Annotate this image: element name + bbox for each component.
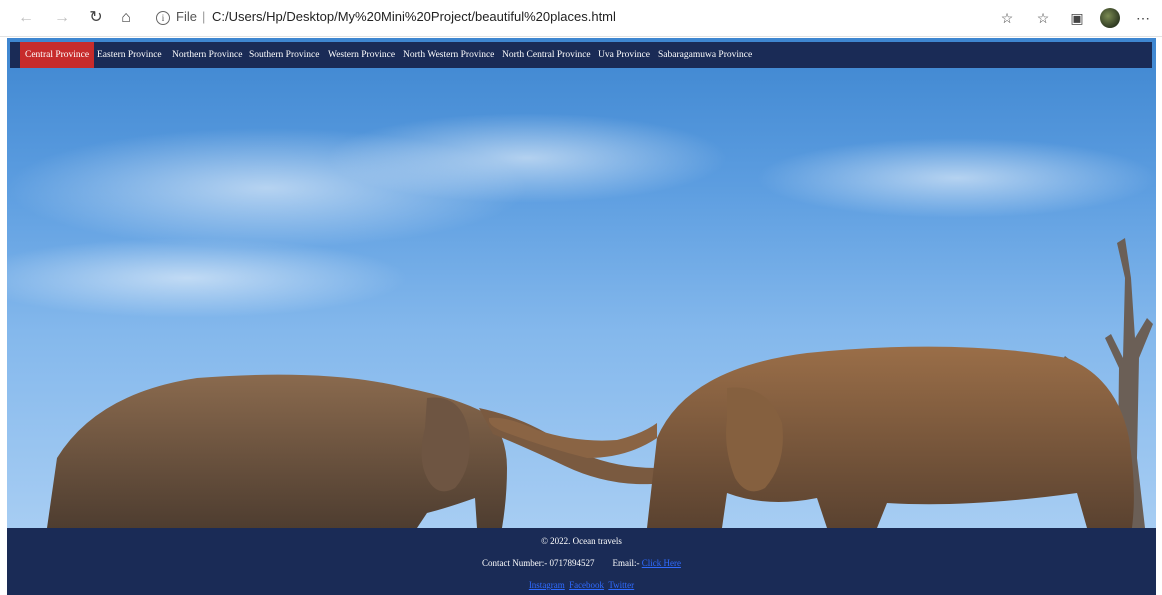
favorites-icon[interactable]: ☆ bbox=[1034, 9, 1052, 27]
contact-number: Contact Number:- 0717894527 bbox=[482, 558, 595, 568]
elephants-illustration bbox=[7, 113, 1156, 528]
nav-northern-province[interactable]: Northern Province bbox=[167, 42, 247, 68]
copyright-text: © 2022. Ocean travels bbox=[541, 536, 622, 546]
nav-north-western-province[interactable]: North Western Province bbox=[398, 42, 499, 68]
footer: © 2022. Ocean travels Contact Number:- 0… bbox=[7, 528, 1156, 595]
nav-southern-province[interactable]: Southern Province bbox=[244, 42, 324, 68]
more-menu-icon[interactable]: ⋯ bbox=[1134, 9, 1152, 27]
collections-icon[interactable]: ▣ bbox=[1068, 9, 1086, 27]
hero-image: Central Province Eastern Province Northe… bbox=[7, 38, 1156, 528]
browser-toolbar: ← → ↻ ⌂ i File | C:/Users/Hp/Desktop/My%… bbox=[0, 0, 1162, 37]
email-link[interactable]: Click Here bbox=[642, 558, 681, 568]
instagram-link[interactable]: Instagram bbox=[529, 580, 565, 590]
address-scheme-label: File bbox=[176, 9, 197, 24]
forward-arrow-icon[interactable]: → bbox=[52, 8, 72, 28]
twitter-link[interactable]: Twitter bbox=[608, 580, 634, 590]
page-content: Central Province Eastern Province Northe… bbox=[7, 38, 1156, 595]
address-url[interactable]: C:/Users/Hp/Desktop/My%20Mini%20Project/… bbox=[212, 9, 616, 24]
contact-line: Contact Number:- 0717894527 Email:- Clic… bbox=[7, 558, 1156, 568]
info-icon[interactable]: i bbox=[156, 11, 170, 25]
home-icon[interactable]: ⌂ bbox=[116, 8, 136, 28]
add-favorite-icon[interactable]: ☆ bbox=[998, 9, 1016, 27]
nav-central-province[interactable]: Central Province bbox=[20, 42, 95, 68]
nav-north-central-province[interactable]: North Central Province bbox=[497, 42, 596, 68]
province-navbar: Central Province Eastern Province Northe… bbox=[10, 42, 1152, 68]
refresh-icon[interactable]: ↻ bbox=[86, 8, 106, 28]
nav-eastern-province[interactable]: Eastern Province bbox=[92, 42, 167, 68]
facebook-link[interactable]: Facebook bbox=[569, 580, 604, 590]
nav-sabaragamuwa-province[interactable]: Sabaragamuwa Province bbox=[653, 42, 757, 68]
nav-uva-province[interactable]: Uva Province bbox=[593, 42, 655, 68]
profile-avatar[interactable] bbox=[1100, 8, 1120, 28]
address-bar[interactable]: i File | C:/Users/Hp/Desktop/My%20Mini%2… bbox=[146, 6, 1026, 30]
nav-western-province[interactable]: Western Province bbox=[323, 42, 400, 68]
email-label: Email:- bbox=[612, 558, 640, 568]
back-arrow-icon[interactable]: ← bbox=[16, 8, 36, 28]
social-links: Instagram Facebook Twitter bbox=[7, 580, 1156, 590]
address-separator: | bbox=[202, 9, 206, 24]
